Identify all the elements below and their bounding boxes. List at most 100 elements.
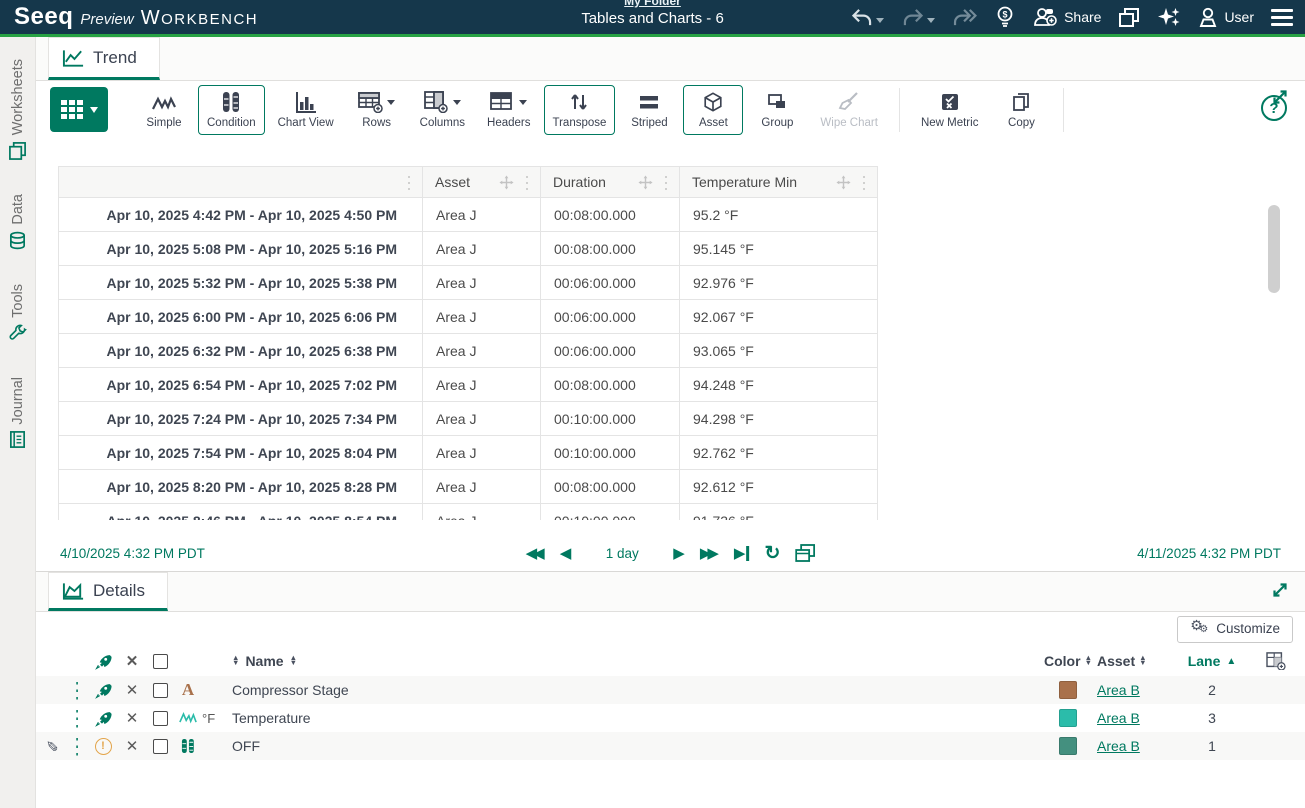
details-row-off[interactable]: ✎ ⋮ ! ✕ OFF Area B 1 <box>36 732 1305 760</box>
rocket-icon[interactable] <box>95 710 112 727</box>
remove-icon[interactable]: ✕ <box>126 709 139 727</box>
toolbar-button-copy[interactable]: Copy <box>991 85 1051 135</box>
sidebar-item-data[interactable]: Data <box>8 194 27 250</box>
range-duration[interactable]: 1 day <box>586 546 658 561</box>
add-column-icon[interactable] <box>1266 652 1286 670</box>
main-menu-button[interactable] <box>1271 9 1293 26</box>
table-row[interactable]: Apr 10, 2025 5:32 PM - Apr 10, 2025 5:38… <box>59 266 878 300</box>
color-swatch[interactable] <box>1059 681 1077 699</box>
sort-icon[interactable]: ▲▼ <box>232 656 239 665</box>
jump-to-now-button[interactable]: ▶ <box>734 546 750 561</box>
toolbar-button-striped[interactable]: Striped <box>619 85 679 135</box>
sort-ascending-icon[interactable]: ▲ <box>1226 656 1236 667</box>
ai-assistant-button[interactable] <box>1157 6 1181 28</box>
item-menu-icon[interactable]: ⋮ <box>70 733 85 759</box>
toolbar-button-simple[interactable]: Simple <box>134 85 194 135</box>
column-menu-icon[interactable]: ⋮ <box>857 176 871 189</box>
range-start[interactable]: 4/10/2025 4:32 PM PDT <box>60 546 205 561</box>
asset-column-header[interactable]: Asset <box>1097 653 1135 669</box>
vertical-scrollbar[interactable] <box>1268 205 1280 293</box>
step-back-fast-button[interactable]: ◀◀ <box>526 546 545 561</box>
details-expand-button[interactable] <box>1269 579 1291 601</box>
sidebar-item-tools[interactable]: Tools <box>8 284 27 343</box>
table-row[interactable]: Apr 10, 2025 8:46 PM - Apr 10, 2025 8:54… <box>59 504 878 521</box>
pricing-insights-button[interactable]: $ <box>995 6 1015 28</box>
rocket-icon[interactable] <box>95 653 112 670</box>
column-menu-icon[interactable]: ⋮ <box>402 176 416 189</box>
sort-icon[interactable]: ▲▼ <box>1085 656 1092 665</box>
toolbar-button-headers[interactable]: Headers <box>478 85 539 135</box>
row-checkbox[interactable] <box>153 739 168 754</box>
color-swatch[interactable] <box>1059 737 1077 755</box>
lane-column-header[interactable]: Lane <box>1188 653 1221 669</box>
move-column-icon[interactable] <box>638 175 653 190</box>
asset-link[interactable]: Area B <box>1097 710 1140 726</box>
trend-expand-button[interactable] <box>1269 86 1291 108</box>
cube-icon <box>702 91 724 113</box>
user-menu-button[interactable]: User <box>1198 7 1254 28</box>
step-forward-button[interactable]: ▶ <box>673 546 685 561</box>
step-back-button[interactable]: ◀ <box>560 546 572 561</box>
toolbar-button-columns[interactable]: Columns <box>411 85 474 135</box>
sort-icon[interactable]: ▲▼ <box>1139 656 1146 665</box>
refresh-icon[interactable]: ↻ <box>764 544 780 563</box>
copy-range-icon[interactable] <box>795 544 815 563</box>
tab-details[interactable]: Details <box>48 572 168 611</box>
step-forward-fast-button[interactable]: ▶▶ <box>700 546 719 561</box>
remove-icon[interactable]: ✕ <box>126 737 139 755</box>
sidebar-item-worksheets[interactable]: Worksheets <box>8 59 27 160</box>
color-swatch[interactable] <box>1059 709 1077 727</box>
range-end[interactable]: 4/11/2025 4:32 PM PDT <box>1137 546 1281 561</box>
details-row-compressor-stage[interactable]: ⋮ ✕ A Compressor Stage Area B 2 <box>36 676 1305 704</box>
sort-icon[interactable]: ▲▼ <box>290 656 297 665</box>
details-row-temperature[interactable]: ⋮ ✕ °F Temperature Area B 3 <box>36 704 1305 732</box>
table-row[interactable]: Apr 10, 2025 6:32 PM - Apr 10, 2025 6:38… <box>59 334 878 368</box>
table-row[interactable]: Apr 10, 2025 8:20 PM - Apr 10, 2025 8:28… <box>59 470 878 504</box>
item-menu-icon[interactable]: ⋮ <box>70 677 85 703</box>
row-checkbox[interactable] <box>153 711 168 726</box>
rocket-icon[interactable] <box>95 682 112 699</box>
table-row[interactable]: Apr 10, 2025 7:24 PM - Apr 10, 2025 7:34… <box>59 402 878 436</box>
share-button[interactable]: Share <box>1032 7 1101 27</box>
asset-link[interactable]: Area B <box>1097 682 1140 698</box>
select-all-checkbox[interactable] <box>153 654 168 669</box>
name-column-header[interactable]: Name <box>245 653 283 669</box>
table-type-selector-button[interactable] <box>50 87 108 132</box>
customize-button[interactable]: ⚙⚙ Customize <box>1177 616 1293 643</box>
toolbar-button-wipe-chart[interactable]: Wipe Chart <box>811 85 887 135</box>
forward-all-button[interactable] <box>952 8 978 27</box>
item-menu-icon[interactable]: ⋮ <box>70 705 85 731</box>
undo-button[interactable] <box>850 8 884 27</box>
redo-button[interactable] <box>901 8 935 27</box>
toolbar-button-new-metric[interactable]: New Metric <box>912 85 988 135</box>
breadcrumb[interactable]: My Folder <box>624 0 681 8</box>
move-column-icon[interactable] <box>499 175 514 190</box>
pencil-icon[interactable]: ✎ <box>42 740 60 753</box>
sidebar-item-journal[interactable]: Journal <box>8 377 27 450</box>
table-row[interactable]: Apr 10, 2025 6:00 PM - Apr 10, 2025 6:06… <box>59 300 878 334</box>
toolbar-button-transpose[interactable]: Transpose <box>544 85 616 135</box>
warning-icon[interactable]: ! <box>95 738 112 755</box>
item-name[interactable]: Compressor Stage <box>232 682 349 698</box>
copy-worksheet-button[interactable] <box>1118 7 1140 28</box>
row-checkbox[interactable] <box>153 683 168 698</box>
toolbar-button-group[interactable]: Group <box>747 85 807 135</box>
remove-all-icon[interactable]: ✕ <box>126 652 139 670</box>
tab-trend[interactable]: Trend <box>48 37 160 80</box>
table-row[interactable]: Apr 10, 2025 4:42 PM - Apr 10, 2025 4:50… <box>59 198 878 232</box>
toolbar-button-chart-view[interactable]: Chart View <box>269 85 343 135</box>
move-column-icon[interactable] <box>836 175 851 190</box>
table-row[interactable]: Apr 10, 2025 5:08 PM - Apr 10, 2025 5:16… <box>59 232 878 266</box>
column-menu-icon[interactable]: ⋮ <box>659 176 673 189</box>
table-row[interactable]: Apr 10, 2025 6:54 PM - Apr 10, 2025 7:02… <box>59 368 878 402</box>
remove-icon[interactable]: ✕ <box>126 681 139 699</box>
item-name[interactable]: OFF <box>232 738 260 754</box>
toolbar-button-rows[interactable]: Rows <box>347 85 407 135</box>
color-column-header[interactable]: Color <box>1044 653 1081 669</box>
item-name[interactable]: Temperature <box>232 710 311 726</box>
toolbar-button-condition[interactable]: Condition <box>198 85 265 135</box>
toolbar-button-asset[interactable]: Asset <box>683 85 743 135</box>
table-row[interactable]: Apr 10, 2025 7:54 PM - Apr 10, 2025 8:04… <box>59 436 878 470</box>
asset-link[interactable]: Area B <box>1097 738 1140 754</box>
column-menu-icon[interactable]: ⋮ <box>520 176 534 189</box>
